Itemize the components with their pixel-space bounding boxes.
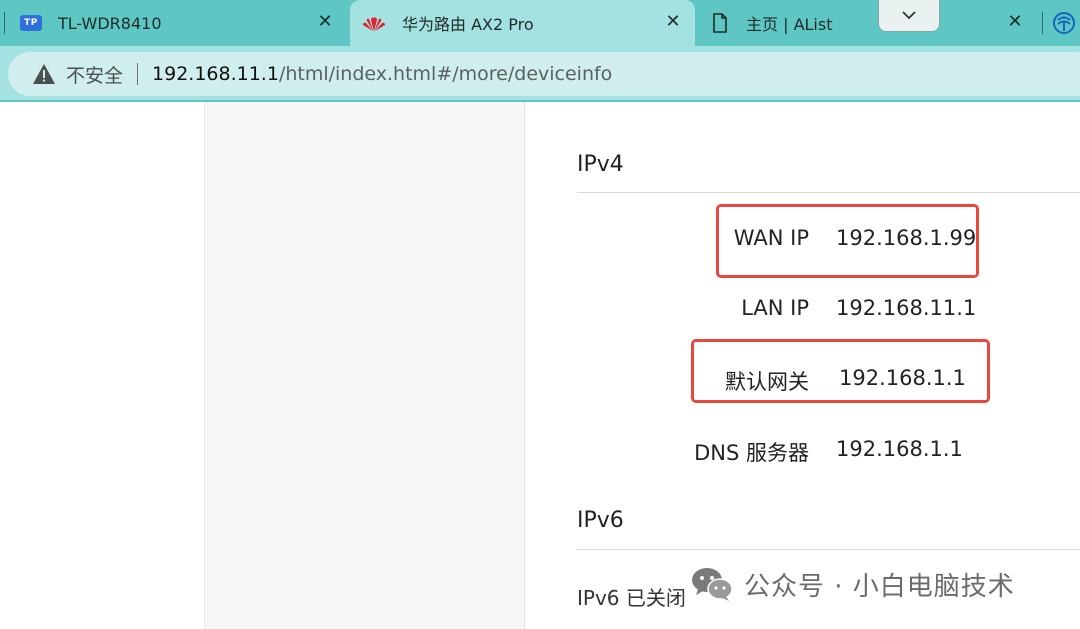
document-icon xyxy=(713,13,727,33)
url-text[interactable]: 192.168.11.1/html/index.html#/more/devic… xyxy=(152,63,612,85)
wechat-icon xyxy=(692,568,733,601)
tab-strip: TP TL-WDR8410 ✕ 华为路由 AX2 Pro ✕ 主页 | ALis… xyxy=(0,0,1080,46)
tab-separator xyxy=(4,12,5,34)
omnibox-separator xyxy=(137,63,139,85)
left-panel xyxy=(0,102,205,629)
lan-ip-value: 192.168.11.1 xyxy=(836,296,977,320)
tp-link-icon: TP xyxy=(20,15,42,31)
default-gateway-value: 192.168.1.1 xyxy=(839,366,966,390)
url-input[interactable]: 不安全 192.168.11.1/html/index.html#/more/d… xyxy=(8,52,1080,96)
huawei-icon xyxy=(363,17,385,31)
ipv4-section-title: IPv4 xyxy=(577,152,624,177)
address-bar: 不安全 192.168.11.1/html/index.html#/more/d… xyxy=(0,46,1080,102)
url-host: 192.168.11.1 xyxy=(152,63,279,85)
section-divider xyxy=(577,549,1080,550)
watermark: 公众号 · 小白电脑技术 xyxy=(690,561,1015,607)
dns-server-label: DNS 服务器 xyxy=(694,441,809,465)
dns-server-value: 192.168.1.1 xyxy=(836,437,963,461)
lan-ip-label: LAN IP xyxy=(741,296,809,320)
tab-title: 主页 | AList xyxy=(746,15,833,34)
tab-alist[interactable]: 主页 | AList ✕ xyxy=(700,0,1040,46)
ipv6-section-title: IPv6 xyxy=(577,508,624,533)
tab-tl-wdr8410[interactable]: TP TL-WDR8410 ✕ xyxy=(6,0,346,46)
warning-icon[interactable] xyxy=(32,63,56,85)
close-tab-icon[interactable]: ✕ xyxy=(314,11,336,32)
chevron-down-icon xyxy=(902,11,916,20)
close-tab-icon[interactable]: ✕ xyxy=(1004,11,1026,32)
china-telecom-icon[interactable] xyxy=(1052,11,1076,35)
tab-separator xyxy=(1042,12,1043,34)
wan-ip-value: 192.168.1.99 xyxy=(836,226,977,250)
wan-ip-label: WAN IP xyxy=(733,226,809,250)
watermark-text: 公众号 · 小白电脑技术 xyxy=(744,571,1015,602)
tab-title: TL-WDR8410 xyxy=(58,13,162,33)
ipv6-status-text: IPv6 已关闭 xyxy=(577,586,686,610)
url-path: /html/index.html#/more/deviceinfo xyxy=(278,63,613,85)
not-secure-label[interactable]: 不安全 xyxy=(66,61,123,88)
close-tab-icon[interactable]: ✕ xyxy=(662,11,684,32)
tab-huawei-ax2-pro[interactable]: 华为路由 AX2 Pro ✕ xyxy=(350,0,695,46)
tab-title: 华为路由 AX2 Pro xyxy=(402,15,534,34)
tab-search-button[interactable] xyxy=(878,0,940,32)
section-divider xyxy=(577,192,1080,193)
sidebar-panel xyxy=(205,102,525,629)
default-gateway-label: 默认网关 xyxy=(725,370,809,394)
